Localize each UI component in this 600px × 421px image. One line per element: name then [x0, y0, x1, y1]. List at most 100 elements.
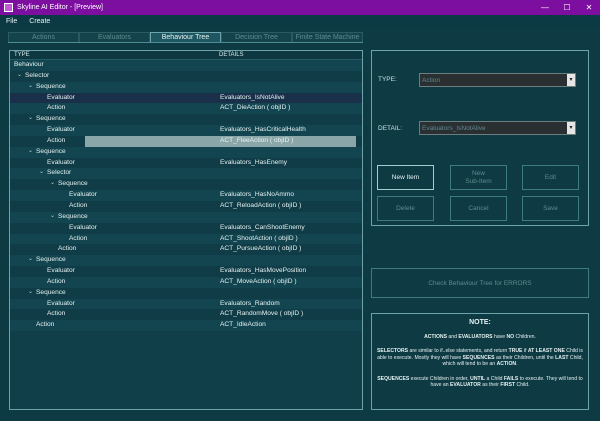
note-text-segment: a Child: [485, 375, 504, 382]
new-sub-item-label-line1: New: [471, 169, 485, 177]
tree-row-type: Evaluator: [47, 93, 75, 101]
tree-row[interactable]: Evaluator Evaluators_HasCriticalHealth: [10, 125, 362, 136]
type-dropdown-value: Action: [422, 77, 441, 84]
tree-row[interactable]: Evaluator Evaluators_HasEnemy: [10, 157, 362, 169]
expand-chevron-icon[interactable]: ⌄: [50, 212, 55, 219]
tree-rows: Behaviour ⌄ Selector ⌄ Sequence Evaluator Eval…: [10, 60, 362, 332]
note-text-segment: as their: [480, 382, 501, 389]
cancel-button[interactable]: Cancel: [450, 196, 507, 221]
expand-chevron-icon[interactable]: ⌄: [28, 288, 33, 295]
expand-chevron-icon[interactable]: ⌄: [17, 71, 22, 78]
tree-row-type: Sequence: [36, 82, 66, 90]
tree-row[interactable]: ⌄ Sequence: [10, 179, 362, 191]
menu-file[interactable]: File: [6, 18, 17, 25]
note-panel: NOTE: ACTIONS and EVALUATORS have NO Chi…: [371, 313, 589, 410]
tree-row[interactable]: ⌄ Sequence: [10, 211, 362, 223]
expand-chevron-icon[interactable]: ⌄: [28, 114, 33, 121]
expand-chevron-icon[interactable]: ⌄: [39, 168, 44, 175]
note-text-segment: Children.: [514, 334, 536, 340]
detail-label: DETAIL:: [378, 125, 403, 132]
tree-row-details: ACT_RandomMove ( objID ): [220, 310, 304, 318]
tab-bar: Actions Evaluators Behaviour Tree Decisi…: [8, 32, 363, 43]
tree-row-details: ACT_DieAction ( objID ): [220, 104, 291, 112]
tree-row-type: Evaluator: [47, 267, 75, 275]
save-button[interactable]: Save: [522, 196, 579, 221]
tree-row-details: Evaluators_HasMovePosition: [220, 267, 307, 275]
delete-button[interactable]: Delete: [377, 196, 434, 221]
tree-row-type: Action: [47, 310, 66, 318]
note-text-segment: ACTIONS: [424, 334, 447, 340]
tree-row[interactable]: Action ACT_RandomMove ( objID ): [10, 309, 362, 321]
column-details-header[interactable]: DETAILS: [219, 52, 244, 58]
tree-row-details: Evaluators_Random: [220, 299, 280, 307]
expand-chevron-icon[interactable]: ⌄: [50, 179, 55, 186]
tree-row-details: ACT_PursueAction ( objID ): [220, 245, 302, 253]
tree-row[interactable]: ⌄ Selector: [10, 70, 362, 82]
tree-row-type: Evaluator: [47, 299, 75, 307]
tree-row[interactable]: Action ACT_DieAction ( objID ): [10, 103, 362, 115]
column-type-header[interactable]: TYPE: [14, 52, 30, 58]
tree-row[interactable]: Action ACT_IdleAction: [10, 320, 362, 332]
tab-decision-tree[interactable]: Decision Tree: [221, 32, 292, 42]
tree-row[interactable]: Evaluator Evaluators_IsNotAlive: [10, 92, 362, 104]
tab-actions[interactable]: Actions: [8, 32, 79, 42]
detail-dropdown-value: Evaluators_IsNotAlive: [422, 125, 486, 132]
tree-row[interactable]: ⌄ Sequence: [10, 255, 362, 267]
tree-row[interactable]: Evaluator Evaluators_Random: [10, 298, 362, 310]
tab-evaluators[interactable]: Evaluators: [79, 32, 150, 42]
tree-row[interactable]: ⌄ Selector: [10, 168, 362, 180]
tree-row-type: Sequence: [36, 147, 66, 155]
menu-bar: File Create: [0, 15, 600, 27]
tree-row[interactable]: Evaluator Evaluators_CanShootEnemy: [10, 222, 362, 234]
note-text-segment: SEQUENCES: [377, 375, 410, 382]
tab-finite-state-machine[interactable]: Finite State Machine: [292, 32, 363, 42]
menu-create[interactable]: Create: [29, 18, 50, 25]
new-sub-item-label-line2: Sub-Item: [465, 177, 492, 185]
note-title: NOTE:: [469, 319, 491, 326]
maximize-button[interactable]: ☐: [556, 0, 578, 15]
tree-row-details: ACT_ShootAction ( objID ): [220, 234, 298, 242]
note-paragraph-3: SEQUENCES execute Children in order, UNT…: [372, 376, 588, 389]
tree-row[interactable]: Action ACT_PursueAction ( objID ): [10, 244, 362, 256]
note-text-segment: TRUE: [508, 348, 523, 355]
tree-row[interactable]: Behaviour: [10, 60, 362, 71]
expand-chevron-icon[interactable]: ⌄: [28, 147, 33, 154]
minimize-button[interactable]: —: [534, 0, 556, 15]
note-paragraph-1: ACTIONS and EVALUATORS have NO Children.: [372, 334, 588, 340]
tree-row-type: Action: [69, 234, 88, 242]
tree-row[interactable]: Evaluator Evaluators_HasMovePosition: [10, 266, 362, 277]
tree-row-type: Evaluator: [69, 191, 97, 199]
window-title: Skyline AI Editor - [Preview]: [17, 4, 103, 11]
tree-row-details: Evaluators_HasNoAmmo: [220, 191, 295, 199]
tab-behaviour-tree[interactable]: Behaviour Tree: [150, 32, 221, 42]
detail-dropdown[interactable]: Evaluators_IsNotAlive ▾: [419, 121, 576, 135]
check-errors-button[interactable]: Check Behaviour Tree for ERRORS: [371, 268, 589, 298]
edit-button[interactable]: Edit: [522, 165, 579, 190]
note-paragraph-2: SELECTORS are similar to if..else statem…: [372, 348, 588, 367]
new-item-button[interactable]: New Item: [377, 165, 434, 190]
close-button[interactable]: ✕: [578, 0, 600, 15]
tree-row[interactable]: ⌄ Sequence: [10, 287, 362, 299]
tree-row[interactable]: ⌄ Sequence: [10, 114, 362, 126]
tree-row-details: ACT_FleeAction ( objID ): [220, 136, 294, 144]
expand-chevron-icon[interactable]: ⌄: [28, 255, 33, 262]
tree-row[interactable]: Evaluator Evaluators_HasNoAmmo: [10, 190, 362, 201]
expand-chevron-icon[interactable]: ⌄: [28, 82, 33, 89]
note-text-segment: as their Children, until the: [494, 354, 556, 361]
tree-header: TYPE DETAILS: [10, 51, 362, 60]
note-text-segment: FAILS: [503, 375, 519, 382]
tree-row[interactable]: Action ACT_ShootAction ( objID ): [10, 233, 362, 245]
window-controls: — ☐ ✕: [534, 0, 600, 15]
type-dropdown[interactable]: Action ▾: [419, 73, 576, 87]
tree-row[interactable]: ⌄ Sequence: [10, 81, 362, 93]
tree-row[interactable]: ⌄ Sequence: [10, 146, 362, 158]
new-sub-item-button[interactable]: New Sub-Item: [450, 165, 507, 190]
tree-row-type: Sequence: [36, 115, 66, 123]
tree-row[interactable]: Action ACT_ReloadAction ( objID ): [10, 200, 362, 212]
behaviour-tree-view[interactable]: TYPE DETAILS Behaviour ⌄ Selector ⌄ Sequence…: [9, 50, 363, 410]
tree-row[interactable]: Action ACT_FleeAction ( objID ): [10, 135, 362, 147]
tree-row-details: Evaluators_CanShootEnemy: [220, 223, 305, 231]
tree-row-type: Sequence: [36, 256, 66, 264]
title-bar: Skyline AI Editor - [Preview] — ☐ ✕: [0, 0, 600, 15]
tree-row[interactable]: Action ACT_MoveAction ( objID ): [10, 276, 362, 288]
